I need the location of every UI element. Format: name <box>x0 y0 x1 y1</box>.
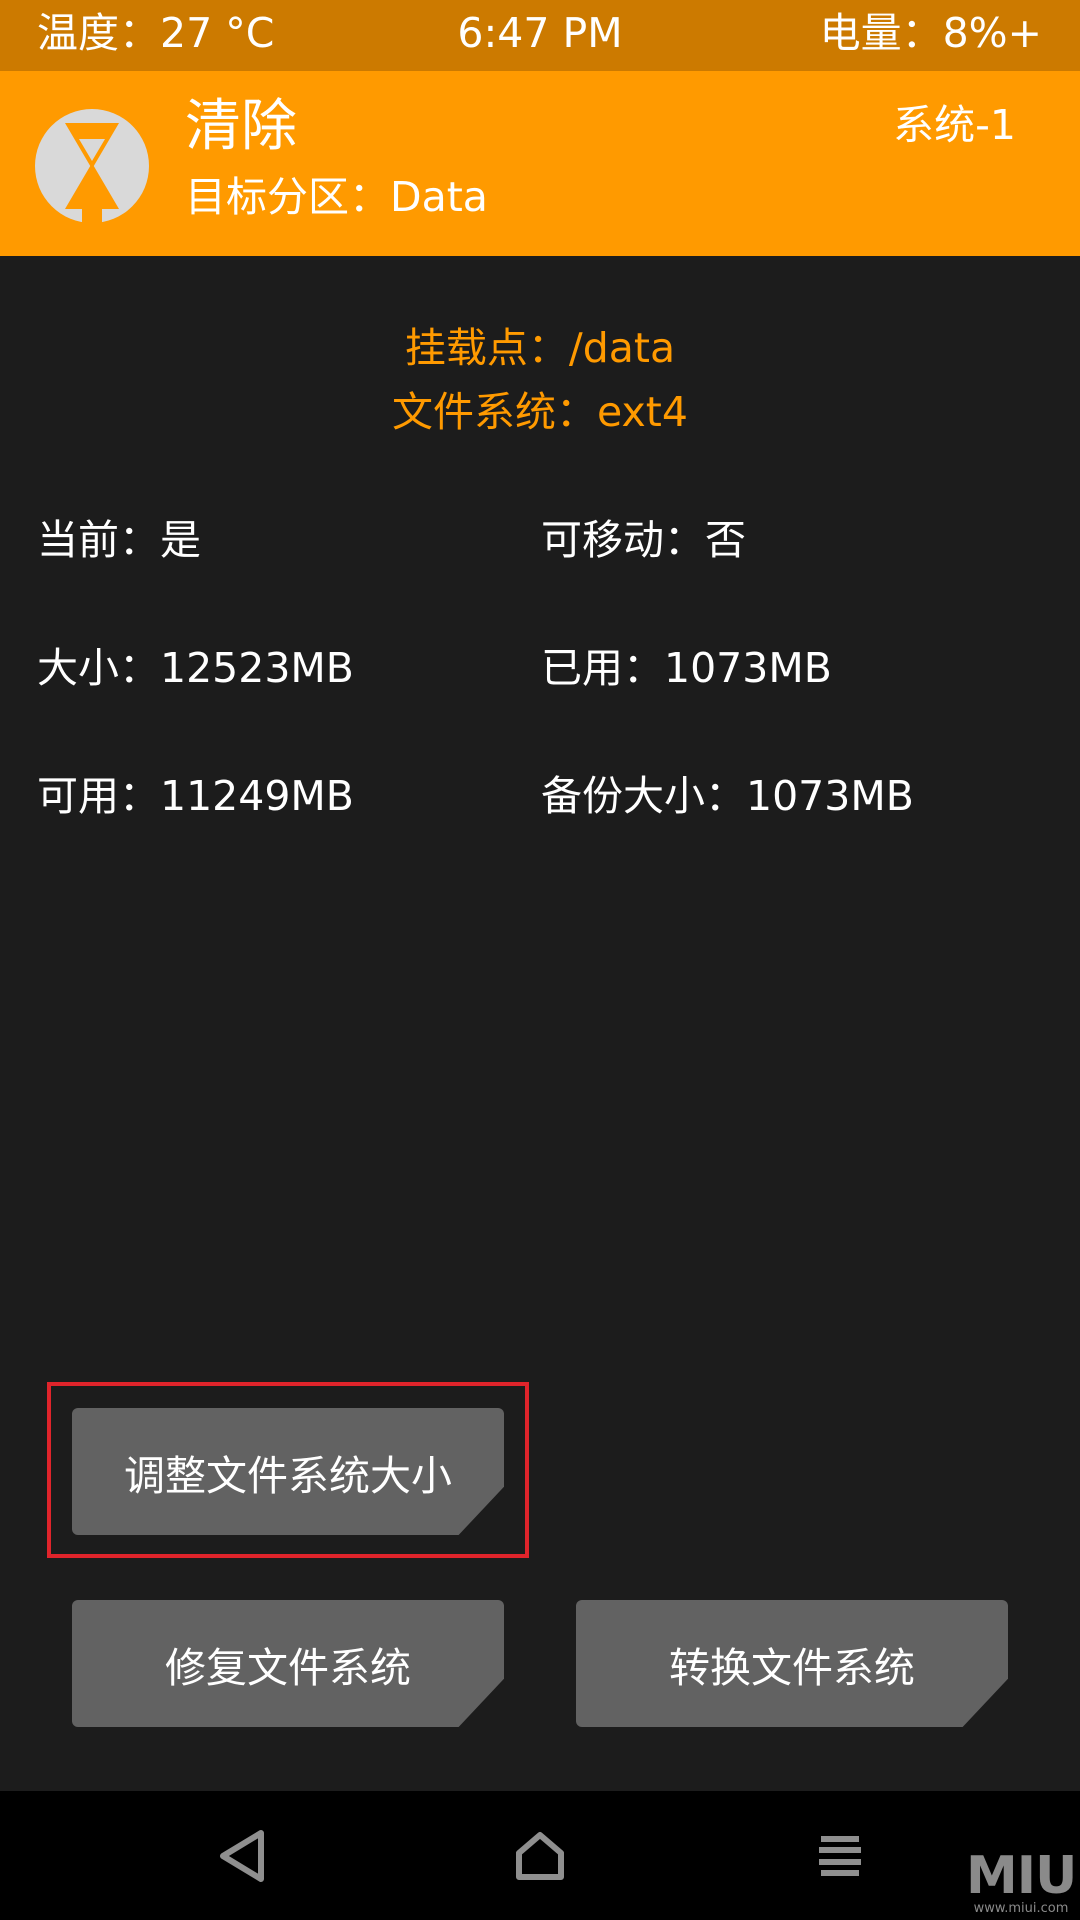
miui-watermark: MIUI www.miui.com <box>966 1846 1080 1916</box>
back-triangle-icon[interactable] <box>197 1811 287 1901</box>
twrp-logo-icon <box>35 109 149 223</box>
system-slot-label: 系统-1 <box>893 101 1016 149</box>
menu-lines-icon[interactable] <box>795 1811 885 1901</box>
mount-point-text: 挂载点：/data <box>404 324 676 372</box>
repair-file-system-button[interactable]: 修复文件系统 <box>72 1600 504 1727</box>
battery-text: 电量：8%+ <box>819 9 1042 57</box>
header: 清除 目标分区：Data 系统-1 <box>0 71 1080 256</box>
backup-size-text: 备份大小：1073MB <box>541 772 914 820</box>
size-text: 大小：12523MB <box>37 644 354 692</box>
navigation-bar: MIUI www.miui.com <box>0 1791 1080 1920</box>
file-system-text: 文件系统：ext4 <box>392 388 688 436</box>
current-partition-text: 当前：是 <box>37 516 201 564</box>
target-partition-label: 目标分区：Data <box>185 173 488 221</box>
miui-url: www.miui.com <box>973 1901 1069 1916</box>
miui-logo: MIUI <box>966 1846 1080 1906</box>
change-file-system-button[interactable]: 转换文件系统 <box>576 1600 1008 1727</box>
status-bar: 温度：27 °C 6:47 PM 电量：8%+ <box>0 0 1080 71</box>
home-icon[interactable] <box>495 1811 585 1901</box>
free-text: 可用：11249MB <box>37 772 354 820</box>
removable-text: 可移动：否 <box>541 516 746 564</box>
resize-file-system-button[interactable]: 调整文件系统大小 <box>72 1408 504 1535</box>
used-text: 已用：1073MB <box>541 644 832 692</box>
page-title: 清除 <box>185 94 297 159</box>
